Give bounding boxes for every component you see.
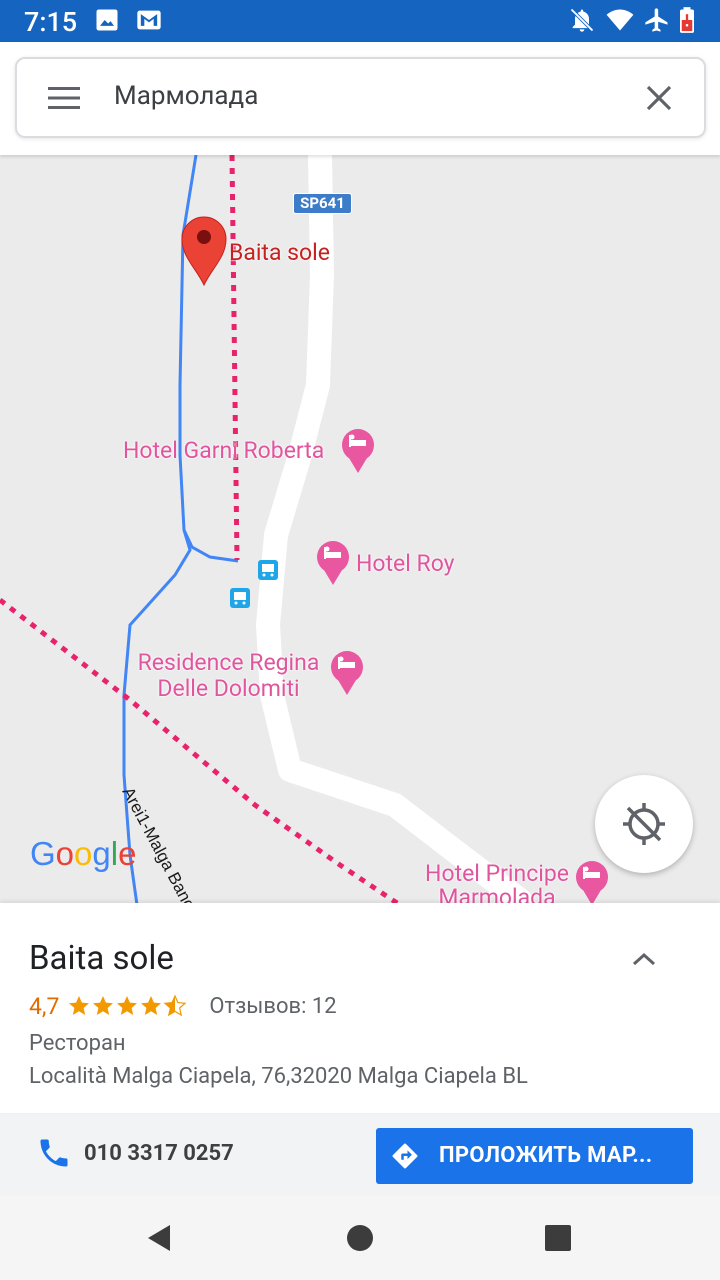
bus-stop-icon[interactable] <box>258 560 278 580</box>
hotel-marker-icon[interactable] <box>331 651 363 695</box>
call-button[interactable]: 010 3317 0257 <box>36 1135 234 1171</box>
hotel-marker-icon[interactable] <box>317 541 349 585</box>
notifications-off-icon <box>570 8 594 32</box>
image-icon <box>96 9 118 31</box>
search-input[interactable]: Мармолада <box>114 81 258 111</box>
hotel-label[interactable]: Hotel Garni Roberta <box>123 437 324 464</box>
search-container: Мармолада <box>0 42 720 155</box>
home-icon[interactable] <box>342 1220 378 1256</box>
rating-row: 4,7 Отзывов: 12 <box>29 991 337 1021</box>
place-title: Baita sole <box>29 939 174 978</box>
status-time: 7:15 <box>24 6 78 38</box>
google-logo: Google <box>30 835 137 872</box>
action-bar: 010 3317 0257 ПРОЛОЖИТЬ МАР... <box>0 1112 720 1196</box>
gmail-icon <box>137 10 161 30</box>
star-icon <box>141 996 162 1015</box>
system-nav-bar <box>0 1196 720 1280</box>
airplane-icon <box>645 8 668 32</box>
directions-icon <box>392 1143 418 1169</box>
back-icon[interactable] <box>142 1220 178 1256</box>
my-location-button[interactable] <box>595 775 693 873</box>
wifi-icon <box>606 9 634 31</box>
gps-off-icon <box>623 803 665 845</box>
directions-label: ПРОЛОЖИТЬ МАР... <box>439 1143 653 1168</box>
place-address: Località Malga Ciapela, 76,32020 Malga C… <box>29 1064 528 1089</box>
star-icon <box>69 996 90 1015</box>
road-shield: SP641 <box>293 193 352 214</box>
bus-stop-icon[interactable] <box>230 588 250 608</box>
star-icon <box>117 996 138 1015</box>
place-category: Ресторан <box>29 1031 126 1056</box>
menu-icon[interactable] <box>47 83 81 113</box>
phone-number: 010 3317 0257 <box>84 1140 234 1166</box>
status-bar: 7:15 <box>0 0 720 42</box>
star-half-icon <box>163 994 187 1017</box>
search-bar[interactable]: Мармолада <box>15 57 706 138</box>
reviews-count[interactable]: Отзывов: 12 <box>209 994 336 1019</box>
phone-icon <box>40 1139 68 1167</box>
rating-value: 4,7 <box>29 992 60 1020</box>
star-icon <box>93 996 114 1015</box>
directions-button[interactable]: ПРОЛОЖИТЬ МАР... <box>376 1128 693 1184</box>
hotel-label[interactable]: Hotel Roy <box>356 550 455 577</box>
hotel-label[interactable]: Residence Regina Delle Dolomiti <box>131 650 326 702</box>
pin-label[interactable]: Baita sole <box>229 239 330 266</box>
place-pin-icon[interactable] <box>181 216 227 287</box>
battery-alert-icon <box>680 7 694 33</box>
hotel-label[interactable]: Hotel Principe Marmolada <box>417 862 577 906</box>
rating-stars <box>67 994 187 1018</box>
recents-icon[interactable] <box>540 1220 576 1256</box>
place-sheet[interactable]: Baita sole 4,7 Отзывов: 12 Ресторан Loca… <box>0 903 720 1113</box>
map-view[interactable]: Arei1-Malga Banc SP641 Baita sole Hotel … <box>0 155 720 905</box>
close-icon[interactable] <box>642 81 676 115</box>
chevron-up-icon[interactable] <box>628 947 660 971</box>
hotel-marker-icon[interactable] <box>342 429 374 473</box>
